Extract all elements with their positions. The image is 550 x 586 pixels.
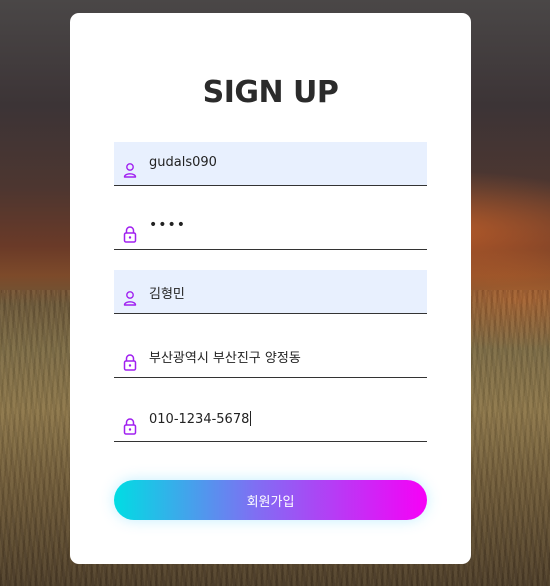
userid-value: gudals090: [149, 155, 217, 170]
user-icon: [123, 163, 137, 178]
name-value: 김형민: [149, 287, 185, 302]
lock-icon: [123, 354, 137, 371]
password-field[interactable]: ••••: [114, 206, 427, 250]
page-title: SIGN UP: [202, 75, 339, 110]
password-value: ••••: [149, 217, 187, 233]
signup-card: SIGN UP gudals090 •••• 김형민 부산광역시 부산진구 양정…: [70, 13, 471, 564]
userid-field[interactable]: gudals090: [114, 142, 427, 186]
address-value: 부산광역시 부산진구 양정동: [149, 351, 301, 366]
signup-button[interactable]: 회원가입: [114, 480, 427, 520]
address-field[interactable]: 부산광역시 부산진구 양정동: [114, 334, 427, 378]
phone-value-text: 010-1234-5678: [149, 412, 250, 427]
lock-icon: [123, 418, 137, 435]
name-field[interactable]: 김형민: [114, 270, 427, 314]
phone-field[interactable]: 010-1234-5678: [114, 398, 427, 442]
phone-value: 010-1234-5678: [149, 411, 252, 427]
lock-icon: [123, 226, 137, 243]
text-caret: [250, 411, 252, 426]
user-icon: [123, 291, 137, 306]
